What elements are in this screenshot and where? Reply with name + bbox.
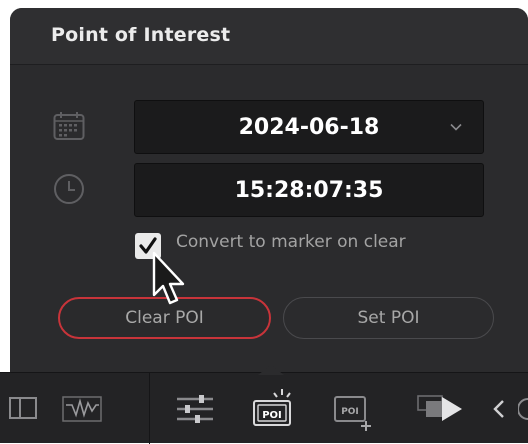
time-value: 15:28:07:35 [234, 177, 384, 203]
sliders-icon[interactable] [175, 393, 215, 425]
mouse-cursor-icon [152, 251, 185, 305]
date-value: 2024-06-18 [238, 114, 380, 140]
chevron-left-icon[interactable] [492, 399, 506, 419]
clip-play-icon[interactable] [416, 393, 468, 425]
calendar-icon [53, 112, 85, 140]
chevron-down-icon[interactable] [449, 123, 463, 132]
clip-view-icon[interactable] [8, 395, 40, 421]
set-poi-button[interactable]: Set POI [283, 297, 494, 339]
toolbar-divider [149, 373, 150, 444]
clock-icon [54, 174, 84, 204]
poi-popup: Point of Interest 2024-06-18 15:28:07:35 [10, 8, 528, 372]
partial-icon[interactable] [518, 397, 528, 421]
popup-pointer [258, 365, 284, 375]
time-field[interactable]: 15:28:07:35 [134, 163, 484, 217]
popup-title: Point of Interest [51, 24, 231, 46]
poi-add-icon: POI [334, 396, 371, 431]
poi-icon-text: POI [262, 410, 282, 421]
bottom-toolbar: POI POI [0, 365, 528, 444]
convert-marker-label[interactable]: Convert to marker on clear [176, 232, 406, 252]
poi-button[interactable]: POI [250, 387, 296, 431]
poi-icon: POI [253, 389, 291, 426]
poi-add-icon-text: POI [341, 407, 359, 417]
popup-header: Point of Interest [10, 8, 528, 65]
add-poi-button[interactable]: POI [331, 391, 377, 435]
date-field[interactable]: 2024-06-18 [134, 100, 484, 154]
waveform-icon[interactable] [62, 395, 102, 423]
